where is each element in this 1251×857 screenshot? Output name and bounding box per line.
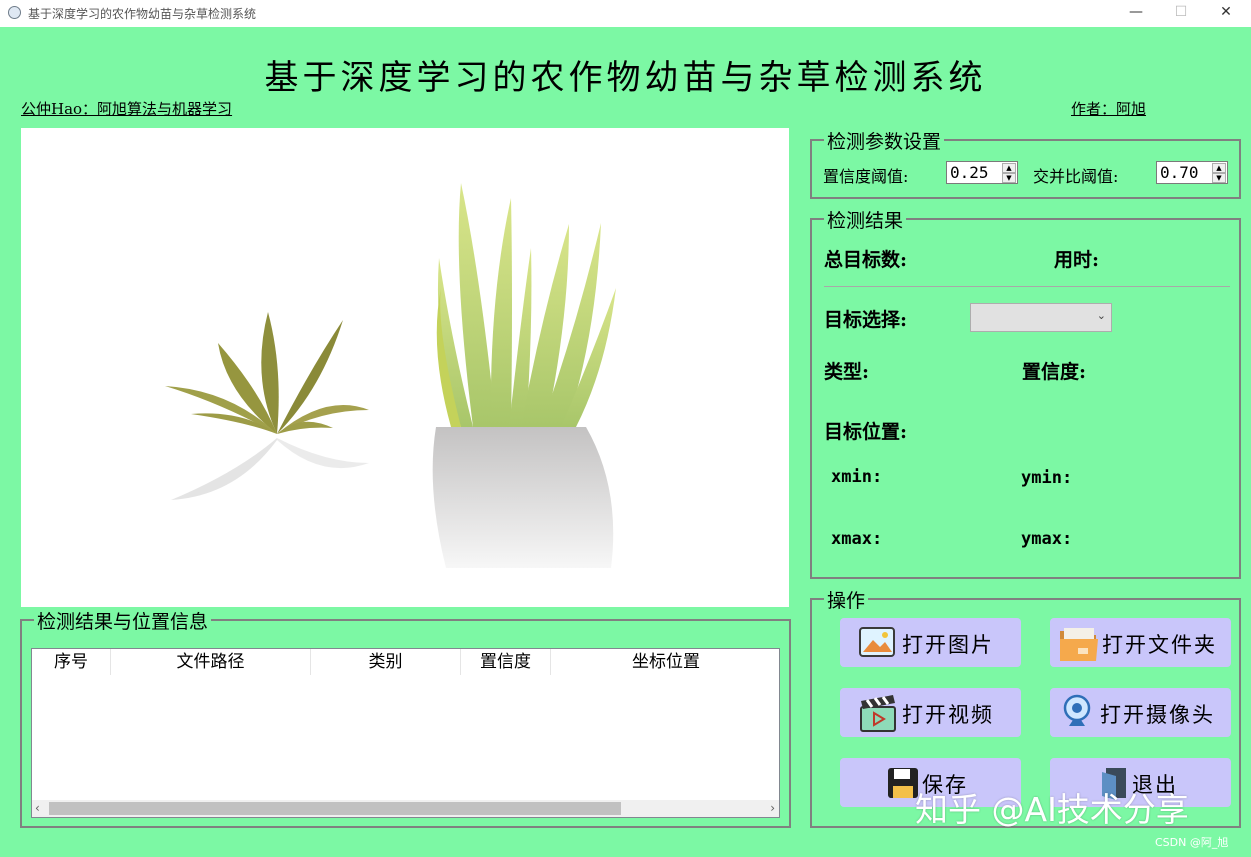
column-header-path[interactable]: 文件路径 <box>111 649 311 675</box>
video-clapper-icon <box>860 695 896 732</box>
ymax-label: ymax: <box>1021 529 1073 549</box>
operations-title: 操作 <box>824 586 869 613</box>
open-image-button[interactable]: 打开图片 <box>840 618 1021 667</box>
scroll-left-icon[interactable]: ‹ <box>35 800 40 817</box>
open-camera-label: 打开摄像头 <box>1100 703 1215 727</box>
column-header-confidence[interactable]: 置信度 <box>461 649 551 675</box>
scrollbar-thumb[interactable] <box>49 802 621 815</box>
result-title: 检测结果 <box>824 206 907 233</box>
conf-up-arrow-icon[interactable]: ▲ <box>1002 163 1016 173</box>
result-group: 检测结果 总目标数: 用时: 目标选择: ⌄ 类型: 置信度: 目标位置: xm… <box>810 206 1241 579</box>
open-image-label: 打开图片 <box>902 633 994 657</box>
xmin-label: xmin: <box>831 467 883 487</box>
window-title: 基于深度学习的农作物幼苗与杂草检测系统 <box>28 7 257 21</box>
conf-threshold-spinbox[interactable]: 0.25 ▲ ▼ <box>946 161 1018 184</box>
total-targets-label: 总目标数: <box>824 249 908 271</box>
elapsed-time-label: 用时: <box>1054 249 1100 271</box>
params-title: 检测参数设置 <box>824 127 945 154</box>
csdn-watermark: CSDN @阿_旭 <box>1155 836 1229 849</box>
seedling-graphic <box>165 312 369 500</box>
minimize-button[interactable]: — <box>1113 0 1159 27</box>
iou-threshold-value: 0.70 <box>1160 163 1199 182</box>
author-link[interactable]: 作者：阿旭 <box>1071 98 1146 119</box>
open-camera-button[interactable]: 打开摄像头 <box>1050 688 1231 737</box>
scroll-right-icon[interactable]: › <box>770 800 775 817</box>
column-header-coordinates[interactable]: 坐标位置 <box>551 649 781 675</box>
image-icon <box>859 627 895 657</box>
webcam-icon <box>1063 694 1091 726</box>
conf-down-arrow-icon[interactable]: ▼ <box>1002 173 1016 183</box>
close-button[interactable]: ✕ <box>1203 0 1249 27</box>
open-folder-label: 打开文件夹 <box>1102 633 1217 657</box>
column-header-index[interactable]: 序号 <box>32 649 111 675</box>
open-video-button[interactable]: 打开视频 <box>840 688 1021 737</box>
image-display <box>21 128 789 607</box>
target-position-label: 目标位置: <box>824 421 908 443</box>
maximize-button[interactable]: ☐ <box>1158 0 1204 27</box>
target-select-label: 目标选择: <box>824 309 908 331</box>
iou-up-arrow-icon[interactable]: ▲ <box>1212 163 1226 173</box>
open-video-label: 打开视频 <box>902 703 994 727</box>
type-label: 类型: <box>824 361 870 383</box>
conf-threshold-label: 置信度阈值: <box>823 167 909 186</box>
table-title: 检测结果与位置信息 <box>34 607 212 634</box>
iou-threshold-spinbox[interactable]: 0.70 ▲ ▼ <box>1156 161 1228 184</box>
wechat-link[interactable]: 公仲Hao：阿旭算法与机器学习 <box>21 98 232 119</box>
divider <box>824 286 1230 287</box>
page-title: 基于深度学习的农作物幼苗与杂草检测系统 <box>264 58 987 98</box>
horizontal-scrollbar[interactable]: ‹ › <box>32 800 779 817</box>
weed-graphic <box>432 183 616 568</box>
conf-threshold-value: 0.25 <box>950 163 989 182</box>
app-icon <box>8 6 21 19</box>
column-header-class[interactable]: 类别 <box>311 649 461 675</box>
zhihu-watermark: 知乎 @AI技术分享 <box>915 790 1189 829</box>
window-titlebar: 基于深度学习的农作物幼苗与杂草检测系统 — ☐ ✕ <box>0 0 1251 27</box>
params-group: 检测参数设置 置信度阈值: 0.25 ▲ ▼ 交并比阈值: 0.70 ▲ ▼ <box>810 127 1241 199</box>
target-select-dropdown[interactable]: ⌄ <box>970 303 1112 332</box>
confidence-label: 置信度: <box>1022 361 1087 383</box>
open-folder-button[interactable]: 打开文件夹 <box>1050 618 1231 667</box>
iou-threshold-label: 交并比阈值: <box>1033 167 1119 186</box>
plant-image <box>165 183 616 568</box>
chevron-down-icon: ⌄ <box>1096 309 1106 322</box>
iou-down-arrow-icon[interactable]: ▼ <box>1212 173 1226 183</box>
results-table[interactable]: 序号 文件路径 类别 置信度 坐标位置 ‹ › <box>31 648 780 818</box>
ymin-label: ymin: <box>1021 468 1073 488</box>
folder-icon <box>1060 628 1098 661</box>
xmax-label: xmax: <box>831 529 883 549</box>
